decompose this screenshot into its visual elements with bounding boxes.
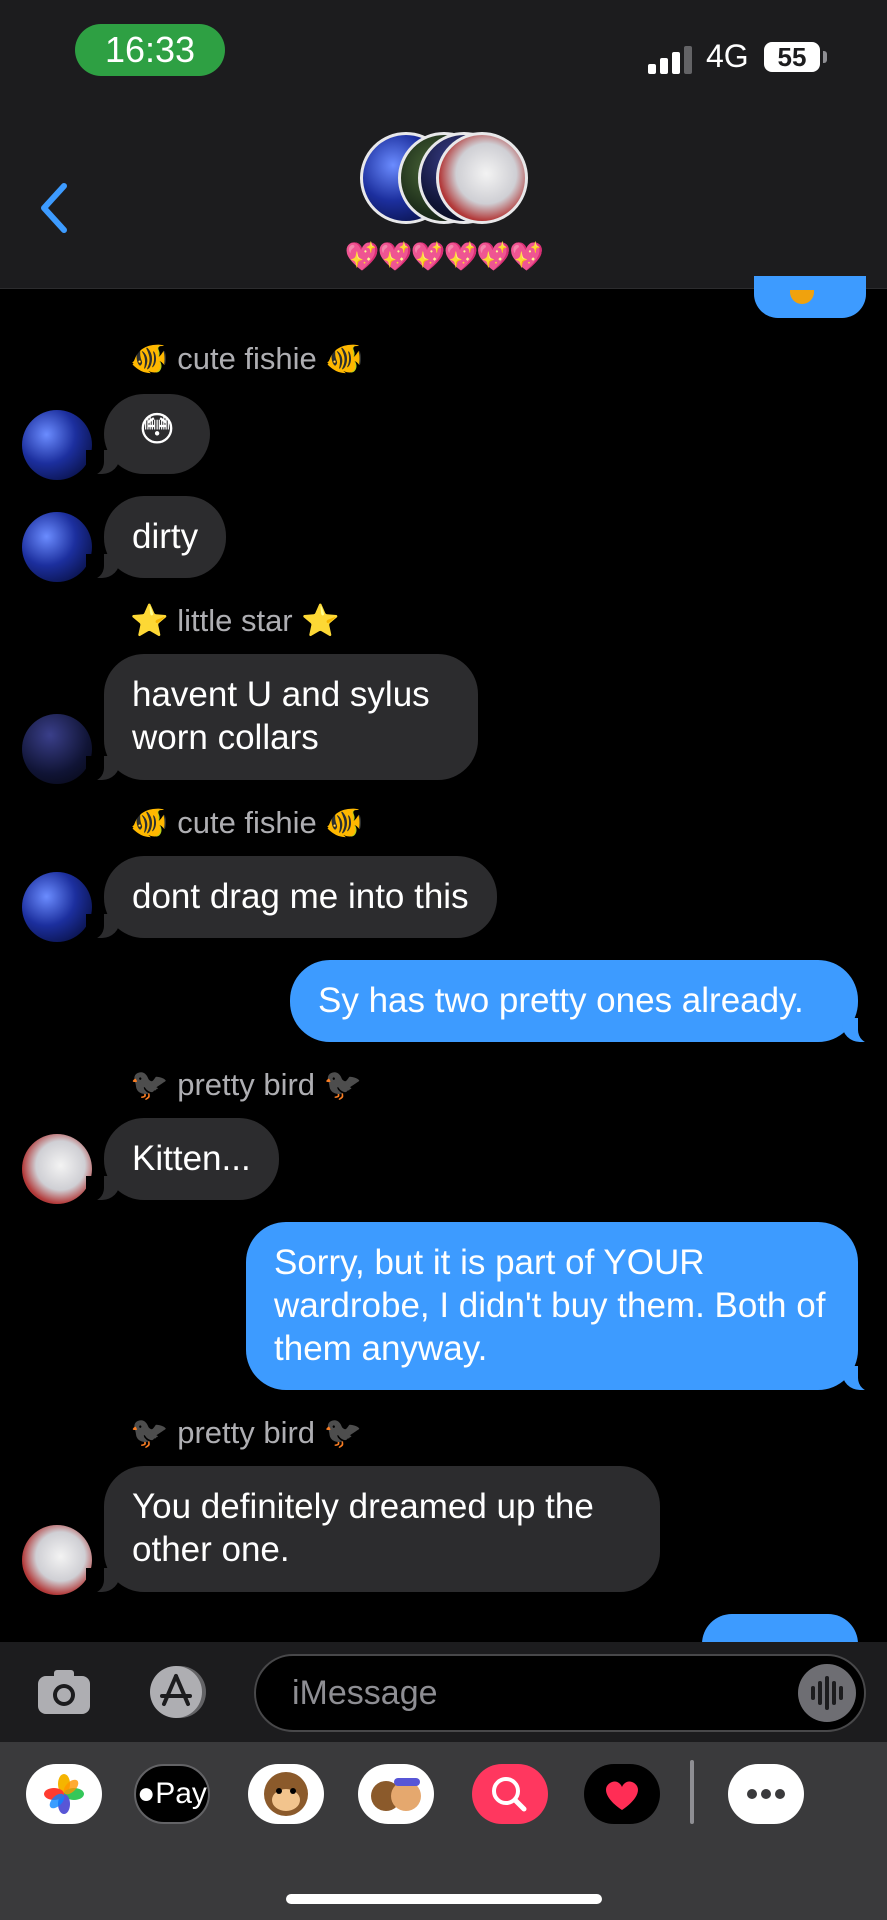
- home-indicator[interactable]: [286, 1894, 602, 1904]
- back-chevron-icon[interactable]: [34, 178, 74, 238]
- group-name[interactable]: 💖💖💖💖💖💖: [0, 240, 887, 273]
- battery-icon: 55: [764, 42, 820, 72]
- battery-cap: [823, 51, 827, 63]
- app-store-icon[interactable]: [142, 1664, 214, 1720]
- apple-pay-icon[interactable]: ●Pay: [134, 1764, 210, 1824]
- outgoing-message[interactable]: Sy has two pretty ones already.: [290, 960, 876, 1044]
- status-time: 16:33: [75, 24, 225, 76]
- avatar[interactable]: [22, 410, 92, 480]
- network-type: 4G: [706, 38, 749, 74]
- incoming-message[interactable]: havent U and sylus worn collars: [86, 654, 478, 782]
- apple-pay-label: Pay: [155, 1777, 207, 1810]
- monkey-memoji-icon[interactable]: [248, 1764, 324, 1824]
- app-drawer: ●Pay: [0, 1742, 887, 1920]
- message-input-placeholder: iMessage: [292, 1674, 438, 1712]
- incoming-message[interactable]: dont drag me into this: [86, 856, 497, 940]
- incoming-message[interactable]: Kitten...: [86, 1118, 279, 1202]
- message-input[interactable]: iMessage: [254, 1654, 866, 1732]
- sender-name: ⭐ little star ⭐: [130, 603, 340, 638]
- avatar[interactable]: [22, 1134, 92, 1204]
- sender-name: 🐦‍⬛ pretty bird 🐦‍⬛: [130, 1415, 363, 1450]
- image-search-icon[interactable]: [472, 1764, 548, 1824]
- group-avatar-stack[interactable]: [360, 132, 530, 232]
- group-avatar-kitten: [436, 132, 528, 224]
- incoming-message[interactable]: dirty: [85, 496, 227, 580]
- digital-touch-icon[interactable]: [584, 1764, 660, 1824]
- sender-name: 🐠 cute fishie 🐠: [130, 341, 364, 376]
- drawer-divider: [690, 1760, 694, 1824]
- avatar[interactable]: [22, 872, 92, 942]
- avatar[interactable]: [22, 1525, 92, 1595]
- sender-name: 🐠 cute fishie 🐠: [130, 805, 364, 840]
- outgoing-message[interactable]: Sorry, but it is part of YOUR wardrobe, …: [246, 1222, 876, 1392]
- photos-icon[interactable]: [26, 1764, 102, 1824]
- avatar[interactable]: [22, 714, 92, 784]
- partial-outgoing-bubble: [754, 276, 866, 318]
- audio-message-icon[interactable]: [798, 1664, 856, 1722]
- cellular-signal-icon: [648, 44, 692, 74]
- camera-icon[interactable]: [36, 1664, 92, 1720]
- conversation-header: 16:33 4G 55 💖💖💖💖💖💖: [0, 0, 887, 289]
- partial-outgoing-bubble: [702, 1614, 858, 1644]
- memoji-icon[interactable]: [358, 1764, 434, 1824]
- sender-name: 🐦‍⬛ pretty bird 🐦‍⬛: [130, 1067, 363, 1102]
- input-bar: iMessage: [0, 1642, 887, 1742]
- apple-logo-icon: ●: [137, 1777, 156, 1810]
- incoming-message[interactable]: You definitely dreamed up the other one.: [86, 1466, 660, 1594]
- avatar[interactable]: [22, 512, 92, 582]
- incoming-message[interactable]: 😳: [86, 394, 210, 476]
- more-icon[interactable]: [728, 1764, 804, 1824]
